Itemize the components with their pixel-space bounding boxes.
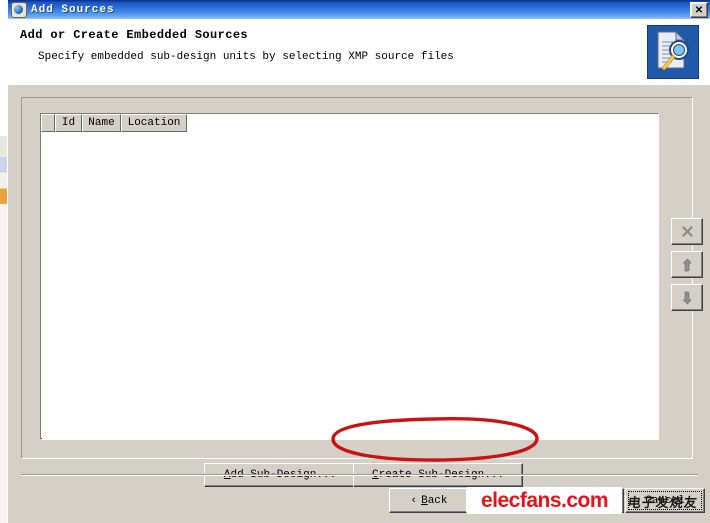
back-chevron-icon: ‹: [410, 494, 418, 507]
title-bar: Add Sources ✕: [8, 0, 710, 19]
table-header-filler: [187, 114, 658, 132]
watermark-cjk: 电子发烧友: [626, 495, 699, 511]
move-up-button[interactable]: [671, 251, 703, 278]
table-column-header-blank[interactable]: [41, 114, 55, 132]
table-column-header-name[interactable]: Name: [82, 114, 121, 132]
xilinx-globe-icon: [11, 1, 27, 18]
footer-separator: [21, 474, 698, 476]
sources-table[interactable]: Id Name Location: [40, 113, 659, 440]
dialog-body: Id Name Location A dd Sub-Design... C re…: [8, 85, 710, 523]
banner-subtext: Specify embedded sub-design units by sel…: [38, 51, 454, 63]
window-title: Add Sources: [31, 3, 115, 16]
sources-group-panel: Id Name Location: [21, 97, 703, 459]
dialog-screenshot: Add Sources ✕ Add or Create Embedded Sou…: [0, 0, 710, 523]
list-toolbar: [671, 218, 705, 317]
document-magnifier-icon: [647, 25, 699, 79]
watermark-elecfans: elecfans.com: [467, 487, 622, 514]
move-down-button[interactable]: [671, 284, 703, 311]
close-icon[interactable]: ✕: [690, 2, 708, 18]
back-mnemonic: B: [421, 494, 428, 507]
table-column-header-location[interactable]: Location: [121, 114, 187, 132]
table-column-header-id[interactable]: Id: [55, 114, 82, 132]
table-header-row: Id Name Location: [41, 114, 658, 132]
table-body-empty[interactable]: [41, 132, 658, 438]
add-sources-dialog: Add Sources ✕ Add or Create Embedded Sou…: [7, 0, 710, 523]
remove-button[interactable]: [671, 218, 703, 245]
banner-heading: Add or Create Embedded Sources: [20, 28, 249, 42]
back-label: ack: [427, 494, 448, 507]
dialog-banner: Add or Create Embedded Sources Specify e…: [8, 19, 710, 86]
back-button[interactable]: ‹ Back: [389, 488, 469, 513]
